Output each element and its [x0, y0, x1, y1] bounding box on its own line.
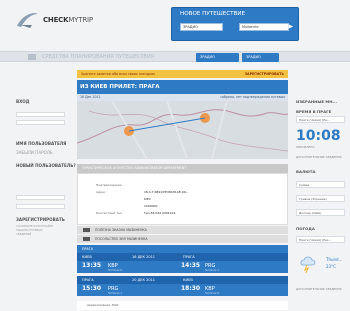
tab-2-label: ЗРАДИО	[246, 55, 261, 59]
agency-details: Подтверждение Адрес Контактный тел. 18.4…	[77, 173, 288, 225]
home-icon[interactable]	[28, 54, 36, 60]
route-2-from: ПРАГА	[82, 278, 94, 282]
site-logo[interactable]: CHECKMYTRIP	[14, 6, 96, 34]
user-title: ИМЯ ПОЛЬЗОВАТЕЛЯ	[16, 141, 67, 146]
detail-value-2: KIEV	[144, 197, 151, 201]
detail-value-3: 1000000	[144, 204, 158, 208]
route-2-small-2: Terminal D	[205, 291, 220, 295]
detail-label-2: Адрес	[96, 190, 106, 194]
left-email-input[interactable]	[16, 204, 65, 209]
logo-mytrip: MYTRIP	[68, 16, 93, 24]
to-field[interactable]: Mulberrie	[239, 23, 289, 31]
trip-bar: ПРАГА	[77, 245, 288, 253]
alert-text: Храните заметки обо всех своих поездках	[81, 72, 156, 76]
accordion-1-label: ПОЛЕЗНА ЗНАЗНА MAЗИНЕНКА	[95, 228, 147, 232]
new-trip-title: НОВОЕ ПУТЕШЕСТВИЕ	[180, 11, 246, 17]
route-2-to: КИЕВ	[183, 278, 193, 282]
trip-map[interactable]: +	[77, 101, 288, 159]
extra-info[interactable]: ДОПОЛНИТЕЛЬНЫЕ СВЕДЕНИЯ	[296, 287, 341, 291]
more-info[interactable]: ДОПОЛНИТЕЛЬНЫЕ СВЕДЕНИЯ	[296, 155, 341, 159]
tab-1-label: ЗРАДИО	[200, 55, 215, 59]
new-user-title: НОВЫЙ ПОЛЬЗОВАТЕЛЬ?	[16, 163, 76, 168]
favorites-title: ИЗБРАННЫЕ МН...	[296, 99, 337, 104]
weather-icon	[300, 256, 316, 273]
trip-subinfo: собрано, нет подтверждения путевых	[220, 95, 285, 99]
route-1-time-1: 13:35	[82, 262, 102, 269]
route-card-1[interactable]: КИЕВ 16 ДЕК 2011 ПРАГА 13:35 KBP Termina…	[77, 253, 288, 273]
currency-title: ВАЛЮТА	[296, 169, 316, 174]
left-password-input[interactable]	[16, 120, 65, 125]
detail-label-1: Подтверждение	[96, 183, 122, 187]
weather-temp: 23°C	[326, 264, 336, 269]
tab-2[interactable]: ЗРАДИО	[242, 53, 279, 62]
currency-from[interactable]: Гривна (Украина)	[296, 195, 345, 202]
logo-text: CHECKMYTRIP	[43, 16, 93, 24]
route-1-from: КИЕВ	[82, 255, 92, 259]
tab-1[interactable]: ЗРАДИО	[196, 53, 239, 62]
from-field[interactable]: ЗРАДИО	[180, 23, 223, 31]
agency-header: ТУРИСТИЧЕСКОЕ АГЕНТСТВО ADMINISTRATOR DE…	[77, 164, 288, 173]
footer-row: Авиакомпания: МАУ	[77, 301, 288, 310]
route-1-small-1: Terminal D	[108, 268, 123, 272]
map-svg	[77, 101, 288, 159]
accordion-1[interactable]: ПОЛЕЗНА ЗНАЗНА MAЗИНЕНКА	[77, 226, 288, 234]
route-1-date: 16 ДЕК 2011	[132, 255, 156, 259]
detail-label-3: Контактный тел.	[96, 211, 123, 215]
currency-to[interactable]: Доллар (США)	[296, 209, 345, 216]
route-1-time-2: 14:35	[181, 262, 201, 269]
weather-title: ПОГОДА	[296, 226, 315, 231]
route-1-to: ПРАГА	[183, 255, 195, 259]
accordion-2-label: ПОСОЛЬСТВО ЗИЛ МAЗИНЕНКА	[95, 237, 148, 241]
logo-check: CHECK	[43, 16, 69, 24]
toolbar: СРЕДСТВА ПЛАНИРОВАНИЯ ПУТЕШЕСТВИЯ	[0, 51, 350, 62]
city-select[interactable]: Прага (Чехия) (Ре...	[296, 116, 345, 123]
clock-small: ОБНОВЛЕНО	[296, 145, 315, 149]
route-2-time-1: 15:30	[82, 285, 102, 292]
weather-city-select[interactable]: Прага (Чехия) (Рез...	[296, 236, 345, 243]
currency-amount[interactable]: Сумма	[296, 181, 345, 188]
route-1-small-2: Terminal 1	[205, 268, 219, 272]
trip-subbar: 16 Дек 2011 собрано, нет подтверждения п…	[77, 94, 288, 101]
route-2-small-1: Terminal 1	[108, 291, 122, 295]
route-1-header: КИЕВ 16 ДЕК 2011 ПРАГА	[77, 253, 288, 261]
route-2-time-2: 18:30	[181, 285, 201, 292]
time-title: ВРЕМЯ В ПРАГЕ	[296, 109, 332, 114]
go-arrow-icon[interactable]: ▶	[288, 23, 293, 30]
detail-value-1: 18.4.7.6891/УЕ/ФКЛ1АЕ-09...	[144, 190, 189, 194]
left-login-input[interactable]	[16, 112, 65, 117]
alert-action[interactable]: ЗАРЕГИСТРИРОВАТЬ	[245, 72, 284, 76]
route-card-2[interactable]: ПРАГА 20 ДЕК 2011 КИЕВ 15:30 PRG Termina…	[77, 276, 288, 296]
clock: 10:08	[296, 128, 341, 144]
breadcrumb: СРЕДСТВА ПЛАНИРОВАНИЯ ПУТЕШЕСТВИЯ	[42, 54, 155, 60]
forgot-link[interactable]: ЗАБЫЛИ ПАРОЛЬ	[16, 150, 53, 155]
footer-text: Авиакомпания: МАУ	[87, 303, 119, 307]
trip-bar-label: ПРАГА	[82, 247, 93, 251]
plane-logo-icon	[17, 13, 38, 28]
register-title[interactable]: ЗАРЕГИСТРИРОВАТЬ	[16, 217, 65, 222]
route-2-header: ПРАГА 20 ДЕК 2011 КИЕВ	[77, 276, 288, 284]
left-name-input[interactable]	[16, 195, 65, 200]
weather-desc: Thund...	[326, 257, 343, 262]
trip-title-text: ИЗ КИЕВ ПРИЛЕТ: ПРАГА	[80, 84, 160, 90]
trip-date: 16 Дек 2011	[80, 95, 101, 99]
register-small-3: СВЕДЕНИЙ	[16, 232, 32, 236]
login-title: ВХОД	[16, 99, 30, 104]
detail-value-4: Тел.38 044 2391219	[144, 211, 176, 215]
alert-banner: Храните заметки обо всех своих поездках …	[77, 70, 288, 78]
route-2-date: 20 ДЕК 2011	[132, 278, 156, 282]
new-trip-panel: НОВОЕ ПУТЕШЕСТВИЕ ЗРАДИО Mulberrie ▶	[171, 7, 299, 41]
accordion-2[interactable]: ПОСОЛЬСТВО ЗИЛ МAЗИНЕНКА	[77, 235, 288, 243]
trip-title: ИЗ КИЕВ ПРИЛЕТ: ПРАГА	[77, 80, 288, 94]
